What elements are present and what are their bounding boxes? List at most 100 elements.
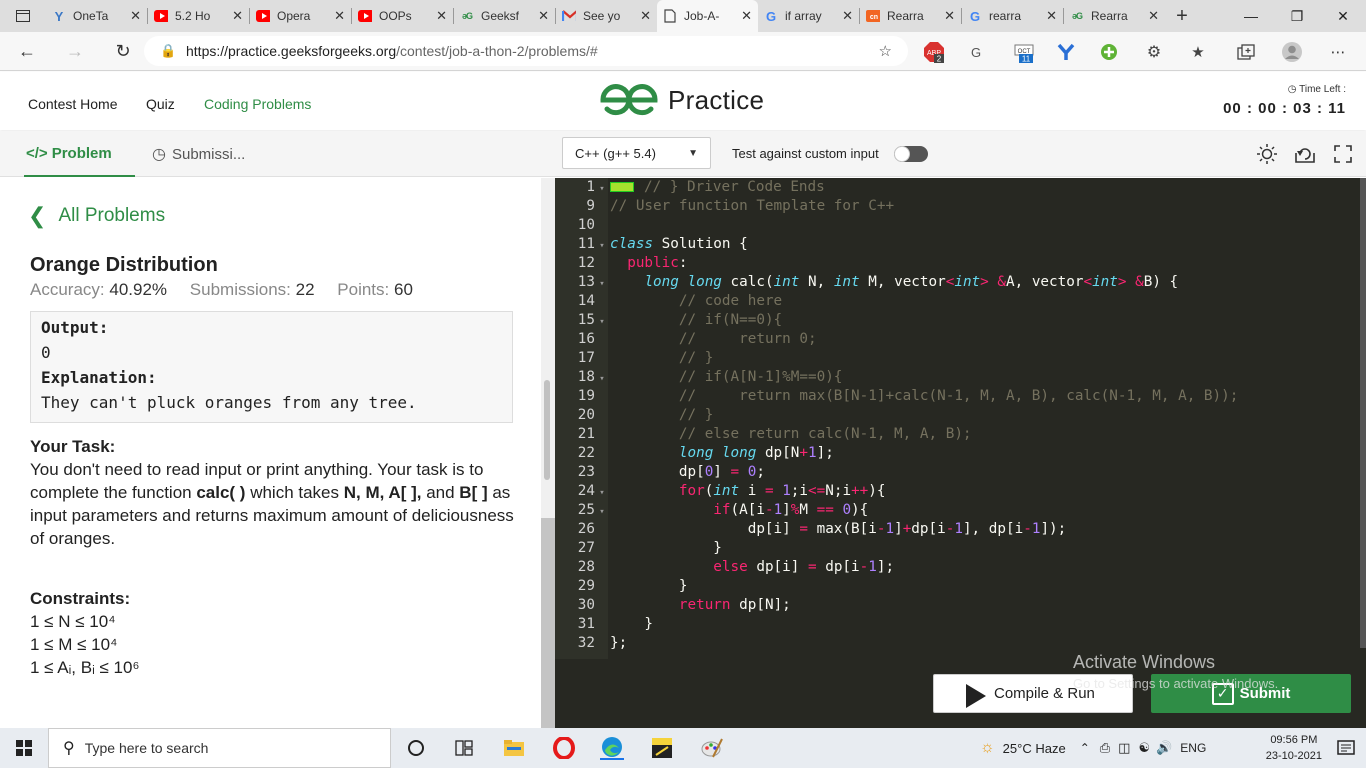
- code-line[interactable]: 10: [555, 216, 1366, 235]
- extensions-icon[interactable]: ⚙: [1142, 40, 1166, 64]
- edge-browser-icon[interactable]: [600, 736, 624, 760]
- panel-divider-handle[interactable]: [541, 518, 555, 728]
- tab-close-icon[interactable]: ✕: [538, 8, 549, 24]
- task-view-icon[interactable]: [452, 736, 476, 760]
- code-line[interactable]: 1 ▾// } Driver Code Ends: [555, 178, 1366, 197]
- browser-tab[interactable]: Job-A- ✕: [657, 0, 758, 32]
- tab-close-icon[interactable]: ✕: [130, 8, 141, 24]
- reset-code-icon[interactable]: [1294, 143, 1316, 165]
- editor-scrollbar[interactable]: [1360, 178, 1366, 648]
- notification-icon[interactable]: [1336, 738, 1356, 758]
- tab-submissions[interactable]: ◷ Submissi...: [152, 131, 245, 177]
- calendar-extension-icon[interactable]: OCT 11: [1012, 40, 1036, 64]
- code-line[interactable]: 21 // else return calc(N-1, M, A, B);: [555, 425, 1366, 444]
- nav-contest-home[interactable]: Contest Home: [28, 96, 117, 112]
- collections-icon[interactable]: [1234, 40, 1258, 64]
- tab-close-icon[interactable]: ✕: [1046, 8, 1057, 24]
- close-window-icon[interactable]: ✕: [1320, 0, 1366, 32]
- weather-icon[interactable]: ☼: [980, 739, 995, 757]
- code-line[interactable]: 17 // }: [555, 349, 1366, 368]
- browser-tab[interactable]: 5.2 Ho ✕: [148, 0, 249, 32]
- tab-close-icon[interactable]: ✕: [334, 8, 345, 24]
- code-line[interactable]: 31 }: [555, 615, 1366, 634]
- code-line[interactable]: 28 else dp[i] = dp[i-1];: [555, 558, 1366, 577]
- code-line[interactable]: 11 ▾ class Solution {: [555, 235, 1366, 254]
- tab-close-icon[interactable]: ✕: [842, 8, 853, 24]
- volume-icon[interactable]: 🔊: [1156, 740, 1172, 756]
- code-line[interactable]: 27 }: [555, 539, 1366, 558]
- weather-text[interactable]: 25°C Haze: [1003, 741, 1066, 756]
- code-line[interactable]: 14 // code here: [555, 292, 1366, 311]
- network-icon[interactable]: ◫: [1118, 740, 1130, 756]
- adblock-extension-icon[interactable]: ABP 2: [922, 40, 946, 64]
- folded-code-marker[interactable]: [610, 182, 634, 192]
- code-line[interactable]: 13 ▾ long long calc(int N, int M, vector<…: [555, 273, 1366, 292]
- wifi-icon[interactable]: ☯: [1138, 740, 1150, 756]
- forward-icon[interactable]: →: [56, 35, 94, 67]
- code-line[interactable]: 16 // return 0;: [555, 330, 1366, 349]
- browser-tab[interactable]: OOPs ✕: [352, 0, 453, 32]
- language-select[interactable]: C++ (g++ 5.4) ▼: [562, 137, 711, 169]
- fullscreen-icon[interactable]: [1332, 143, 1354, 165]
- browser-tab[interactable]: әG Rearra ✕: [1064, 0, 1165, 32]
- profile-avatar-icon[interactable]: [1280, 40, 1304, 64]
- cortana-icon[interactable]: [404, 736, 428, 760]
- code-editor[interactable]: 1 ▾// } Driver Code Ends 9 // User function…: [555, 178, 1366, 659]
- back-icon[interactable]: ←: [8, 35, 46, 67]
- code-line[interactable]: 24 ▾ for(int i = 1;i<=N;i++){: [555, 482, 1366, 501]
- code-line[interactable]: 19 // return max(B[N-1]+calc(N-1, M, A, …: [555, 387, 1366, 406]
- taskbar-search[interactable]: ⚲ Type here to search: [48, 728, 391, 768]
- code-line[interactable]: 26 dp[i] = max(B[i-1]+dp[i-1], dp[i-1]);: [555, 520, 1366, 539]
- theme-sun-icon[interactable]: [1256, 143, 1278, 165]
- browser-tab[interactable]: Grearra ✕: [962, 0, 1063, 32]
- code-line[interactable]: 9 // User function Template for C++: [555, 197, 1366, 216]
- add-favorite-icon[interactable]: ☆: [879, 42, 892, 60]
- code-line[interactable]: 29 }: [555, 577, 1366, 596]
- tab-close-icon[interactable]: ✕: [232, 8, 243, 24]
- tab-close-icon[interactable]: ✕: [741, 8, 752, 24]
- sticky-notes-icon[interactable]: [650, 736, 674, 760]
- browser-tab[interactable]: Opera ✕: [250, 0, 351, 32]
- tab-close-icon[interactable]: ✕: [436, 8, 447, 24]
- code-line[interactable]: 15 ▾ // if(N==0){: [555, 311, 1366, 330]
- browser-tab[interactable]: See yo ✕: [556, 0, 657, 32]
- translate-extension-icon[interactable]: G: [964, 40, 988, 64]
- restore-icon[interactable]: ❐: [1274, 0, 1320, 32]
- browser-tab[interactable]: Y OneTa ✕: [46, 0, 147, 32]
- taskbar-clock[interactable]: 09:56 PM 23-10-2021: [1266, 732, 1322, 764]
- file-explorer-icon[interactable]: [502, 736, 526, 760]
- url-field[interactable]: 🔒 https://practice.geeksforgeeks.org/con…: [144, 36, 908, 66]
- tab-close-icon[interactable]: ✕: [944, 8, 955, 24]
- tab-close-icon[interactable]: ✕: [640, 8, 651, 24]
- all-problems-link[interactable]: ❮ All Problems: [28, 203, 165, 229]
- tab-problem[interactable]: </> Problem: [24, 131, 135, 177]
- code-line[interactable]: 12 public:: [555, 254, 1366, 273]
- code-line[interactable]: 25 ▾ if(A[i-1]%M == 0){: [555, 501, 1366, 520]
- gfg-practice-logo[interactable]: Practice: [598, 82, 764, 118]
- opera-icon[interactable]: [552, 736, 576, 760]
- more-options-icon[interactable]: ⋯: [1326, 40, 1350, 64]
- new-tab-button[interactable]: +: [1165, 5, 1199, 28]
- language-indicator[interactable]: ENG: [1180, 741, 1206, 755]
- code-line[interactable]: 18 ▾ // if(A[N-1]%M==0){: [555, 368, 1366, 387]
- browser-tab[interactable]: cn Rearra ✕: [860, 0, 961, 32]
- minimize-icon[interactable]: —: [1228, 0, 1274, 32]
- code-line[interactable]: 30 return dp[N];: [555, 596, 1366, 615]
- browser-tab[interactable]: Gif array ✕: [758, 0, 859, 32]
- paint-icon[interactable]: [700, 736, 724, 760]
- tab-actions-icon[interactable]: [0, 0, 46, 32]
- code-line[interactable]: 22 long long dp[N+1];: [555, 444, 1366, 463]
- nav-coding-problems[interactable]: Coding Problems: [204, 96, 311, 112]
- y-extension-icon[interactable]: [1054, 40, 1078, 64]
- meet-now-icon[interactable]: ⎙: [1100, 740, 1110, 756]
- code-line[interactable]: 23 dp[0] = 0;: [555, 463, 1366, 482]
- custom-input-toggle[interactable]: [894, 146, 928, 162]
- code-line[interactable]: 20 // }: [555, 406, 1366, 425]
- problem-panel-scrollbar[interactable]: [541, 178, 555, 728]
- favorites-icon[interactable]: ★: [1186, 40, 1210, 64]
- browser-tab[interactable]: әG Geeksf ✕: [454, 0, 555, 32]
- tab-close-icon[interactable]: ✕: [1148, 8, 1159, 24]
- scroll-thumb[interactable]: [544, 380, 550, 480]
- nav-quiz[interactable]: Quiz: [146, 96, 175, 112]
- chevron-up-icon[interactable]: ⌃: [1080, 741, 1090, 755]
